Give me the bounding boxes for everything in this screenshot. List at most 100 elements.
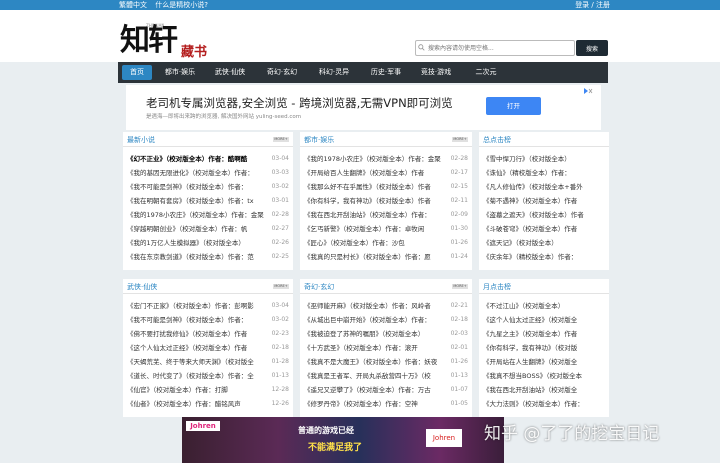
list-item[interactable]: 《我的1978小农庄》（校对版全本）作者：金聚 02-28 [127, 209, 289, 221]
list-item[interactable]: 《诛仙》（精校版全本）作者： [483, 167, 603, 179]
panel-title: 奇幻·玄幻 [304, 283, 335, 291]
panel-total-clicks: 总点击榜 《雪中悍刀行》（校对版全本） 《诛仙》（精校版全本）作者： 《凡人修仙… [479, 132, 609, 270]
language-toggle-link[interactable]: 繁體中文 [119, 1, 147, 9]
more-button[interactable]: MORE+ [273, 284, 289, 289]
list-item[interactable]: 《我真不想当BOSS》（校对版全本 [483, 370, 603, 382]
divider [479, 293, 609, 294]
ad-subtitle: 是遇海—即将出来跨的浏览器, 解决国外网站 yuling-seed.com [146, 114, 302, 120]
list-item[interactable]: 《乞丐新警》（校对版全本）作者：卓牧闲 01-30 [304, 223, 468, 235]
divider [123, 293, 293, 294]
list-item[interactable]: 《从城出巨中崩开始》（校对版全本）作者： 02-18 [304, 314, 468, 326]
banner-logo: Johren [186, 421, 220, 431]
bottom-ad-banner[interactable]: Johren 普通的游戏已经 不能满足我了 Johren [182, 417, 504, 463]
panel-fantasy: 奇幻·玄幻 MORE+ 《巫师能开麻》（校对版全本）作者：风岭者 02-21 《从… [300, 279, 472, 417]
list-item[interactable]: 《斗破苍穹》（校对版全本）作者 [483, 223, 603, 235]
panel-title: 都市·娱乐 [304, 136, 335, 144]
site-header: ZHIXUAN 知轩 藏书 搜索 [0, 10, 720, 62]
nav-home[interactable]: 首页 [122, 65, 152, 80]
more-button[interactable]: MORE+ [273, 137, 289, 142]
more-button[interactable]: MORE+ [452, 137, 468, 142]
banner-chip: Johren [426, 429, 462, 447]
nav-history[interactable]: 历史·军事 [366, 65, 406, 80]
list-item[interactable]: 《盗墓之遮天》（校对版全本）作者 [483, 209, 603, 221]
panel-month-clicks: 月点击榜 《不过江山》（校对版全本） 《这个人仙太过正经》（校对版全 《九星之主… [479, 279, 609, 417]
list-item[interactable]: 《天蝎荒芜、终于等来大师天渊》（校对版全 01-28 [127, 356, 289, 368]
banner-subheadline: 不能满足我了 [308, 443, 363, 453]
about-jingjiao-link[interactable]: 什么是精校小说? [155, 1, 208, 9]
list-item[interactable]: 《遮天记》（校对版全本） [483, 237, 603, 249]
list-item[interactable]: 《这个人仙太过正经》（校对版全 [483, 314, 603, 326]
ad-open-button[interactable]: 打开 [486, 97, 541, 115]
list-item[interactable]: 《你有科学，我有神功》（校对版全本）作者 02-11 [304, 195, 468, 207]
list-item[interactable]: 《我不可能是剑神》（校对版全本）作者： 03-02 [127, 314, 289, 326]
nav-wuxia[interactable]: 武侠·仙侠 [210, 65, 250, 80]
panel-urban: 都市·娱乐 MORE+ 《我的1978小农庄》（校对版全本）作者：金聚 02-28… [300, 132, 472, 270]
search-bar: 搜索 [415, 40, 608, 56]
list-item[interactable]: 《菊不遇神》（校对版全本）作者 [483, 195, 603, 207]
nav-urban[interactable]: 都市·娱乐 [160, 65, 200, 80]
list-item[interactable]: 《庆余年》（精校版全本）作者： [483, 251, 603, 263]
ad-title: 老司机专属浏览器,安全浏览 - 跨境浏览器,无需VPN即可浏览 [146, 96, 453, 110]
list-item[interactable]: 《我在西北开刮油站》（校对版全本）作者： 02-09 [304, 209, 468, 221]
list-item[interactable]: 《我在西北开刮油站》（校对版全 [483, 384, 603, 396]
list-item[interactable]: 《遥兄又逆攀了》（校对版全本）作者：万古 01-07 [304, 384, 468, 396]
list-item[interactable]: 《你有科学，我有神功》（校对版 [483, 342, 603, 354]
list-item[interactable]: 《开局站在人生翻牌》（校对版全 [483, 356, 603, 368]
list-item[interactable]: 《巫师能开麻》（校对版全本）作者：风岭者 02-21 [304, 300, 468, 312]
list-item[interactable]: 《匠心》（校对版全本）作者：沙包 01-26 [304, 237, 468, 249]
nav-acg[interactable]: 二次元 [466, 65, 506, 80]
search-input[interactable] [415, 40, 575, 56]
list-item[interactable]: 《修罗丹帝》（校对版全本）作者：空神 01-05 [304, 398, 468, 410]
search-icon [418, 44, 425, 51]
divider [479, 146, 609, 147]
list-item[interactable]: 《穿越明朝创业》（校对版全本）作者：帆 02-27 [127, 223, 289, 235]
banner-headline: 普通的游戏已经 [298, 426, 354, 435]
list-item[interactable]: 《不过江山》（校对版全本） [483, 300, 603, 312]
search-button[interactable]: 搜索 [576, 40, 608, 56]
nav-fantasy[interactable]: 奇幻·玄幻 [262, 65, 302, 80]
logo-seal-text: 藏书 [181, 45, 208, 60]
list-item[interactable]: 《佛不要打扰我修仙》（校对版全本）作者 02-23 [127, 328, 289, 340]
panel-new-novels: 最新小说 MORE+ 《幻不正业》（校对版全本）作者：酷啊酷 03-04 《我的基… [123, 132, 293, 270]
list-item[interactable]: 《大力法则》（校对版全本）作者： [483, 398, 603, 410]
list-item[interactable]: 《开局给百人生翻牌》（校对版全本）作者 02-17 [304, 167, 468, 179]
list-item[interactable]: 《我的1978小农庄》（校对版全本）作者：金聚 02-28 [304, 153, 468, 165]
ad-banner[interactable]: 老司机专属浏览器,安全浏览 - 跨境浏览器,无需VPN即可浏览 是遇海—即将出来… [126, 85, 601, 130]
list-item[interactable]: 《我真是王者军、开局丸杀敌营四十万》（校 01-13 [304, 370, 468, 382]
list-item[interactable]: 《仙者》（校对版全本）作者：醋铭风声 12-26 [127, 398, 289, 410]
panel-title: 月点击榜 [483, 283, 511, 291]
list-item[interactable]: 《我的基因无限进化》（校对版全本）作者： 03-03 [127, 167, 289, 179]
nav-scifi[interactable]: 科幻·灵异 [314, 65, 354, 80]
list-item[interactable]: 《幻不正业》（校对版全本）作者：酷啊酷 03-04 [127, 153, 289, 165]
more-button[interactable]: MORE+ [452, 284, 468, 289]
list-item[interactable]: 《这个人仙太过正经》（校对版全本）作者 02-18 [127, 342, 289, 354]
list-item[interactable]: 《九星之主》（校对版全本）作者 [483, 328, 603, 340]
divider [300, 146, 472, 147]
logo-main-text: 知轩 [120, 23, 178, 58]
list-item[interactable]: 《我那么好不在乎属性》（校对版全本）作者 02-15 [304, 181, 468, 193]
list-item[interactable]: 《我真的只是村长》（校对版全本）作者：愿 01-24 [304, 251, 468, 263]
divider [300, 293, 472, 294]
panel-title: 总点击榜 [483, 136, 511, 144]
nav-games[interactable]: 竞技·游戏 [416, 65, 456, 80]
panel-wuxia: 武侠·仙侠 MORE+ 《宏门不正家》（校对版全本）作者：彭啊影 03-04 《我… [123, 279, 293, 417]
top-bar: 繁體中文 什么是精校小说? 登录 / 注册 [0, 0, 720, 10]
list-item[interactable]: 《我不可能是剑神》（校对版全本）作者： 03-02 [127, 181, 289, 193]
panel-title: 武侠·仙侠 [127, 283, 158, 291]
list-item[interactable]: 《我在东京教剑道》（校对版全本）作者：范 02-25 [127, 251, 289, 263]
watermark: 知乎 @了了的挖宝日记 [484, 424, 660, 444]
list-item[interactable]: 《道长、时代变了》（校对版全本）作者：全 01-13 [127, 370, 289, 382]
list-item[interactable]: 《凡人修仙传》（校对版全本+番外 [483, 181, 603, 193]
login-register-link[interactable]: 登录 / 注册 [575, 0, 610, 10]
list-item[interactable]: 《我真不是大魔王》（校对版全本）作者：妖夜 01-26 [304, 356, 468, 368]
list-item[interactable]: 《我被迫登了苏神的嘱朋》（校对版全本） 02-03 [304, 328, 468, 340]
panel-title: 最新小说 [127, 136, 155, 144]
list-item[interactable]: 《我的1万亿人生模拟器》（校对版全本） 02-26 [127, 237, 289, 249]
list-item[interactable]: 《我在明朝有套房》（校对版全本）作者：tx 03-01 [127, 195, 289, 207]
list-item[interactable]: 《宏门不正家》（校对版全本）作者：彭啊影 03-04 [127, 300, 289, 312]
list-item[interactable]: 《十方武圣》（校对版全本）作者：滚开 02-01 [304, 342, 468, 354]
list-item[interactable]: 《仙官》（校对版全本）作者：打脚 12-28 [127, 384, 289, 396]
ad-choices-icon[interactable] [584, 88, 593, 94]
main-nav: 首页 都市·娱乐 武侠·仙侠 奇幻·玄幻 科幻·灵异 历史·军事 竞技·游戏 二… [118, 62, 608, 83]
list-item[interactable]: 《雪中悍刀行》（校对版全本） [483, 153, 603, 165]
